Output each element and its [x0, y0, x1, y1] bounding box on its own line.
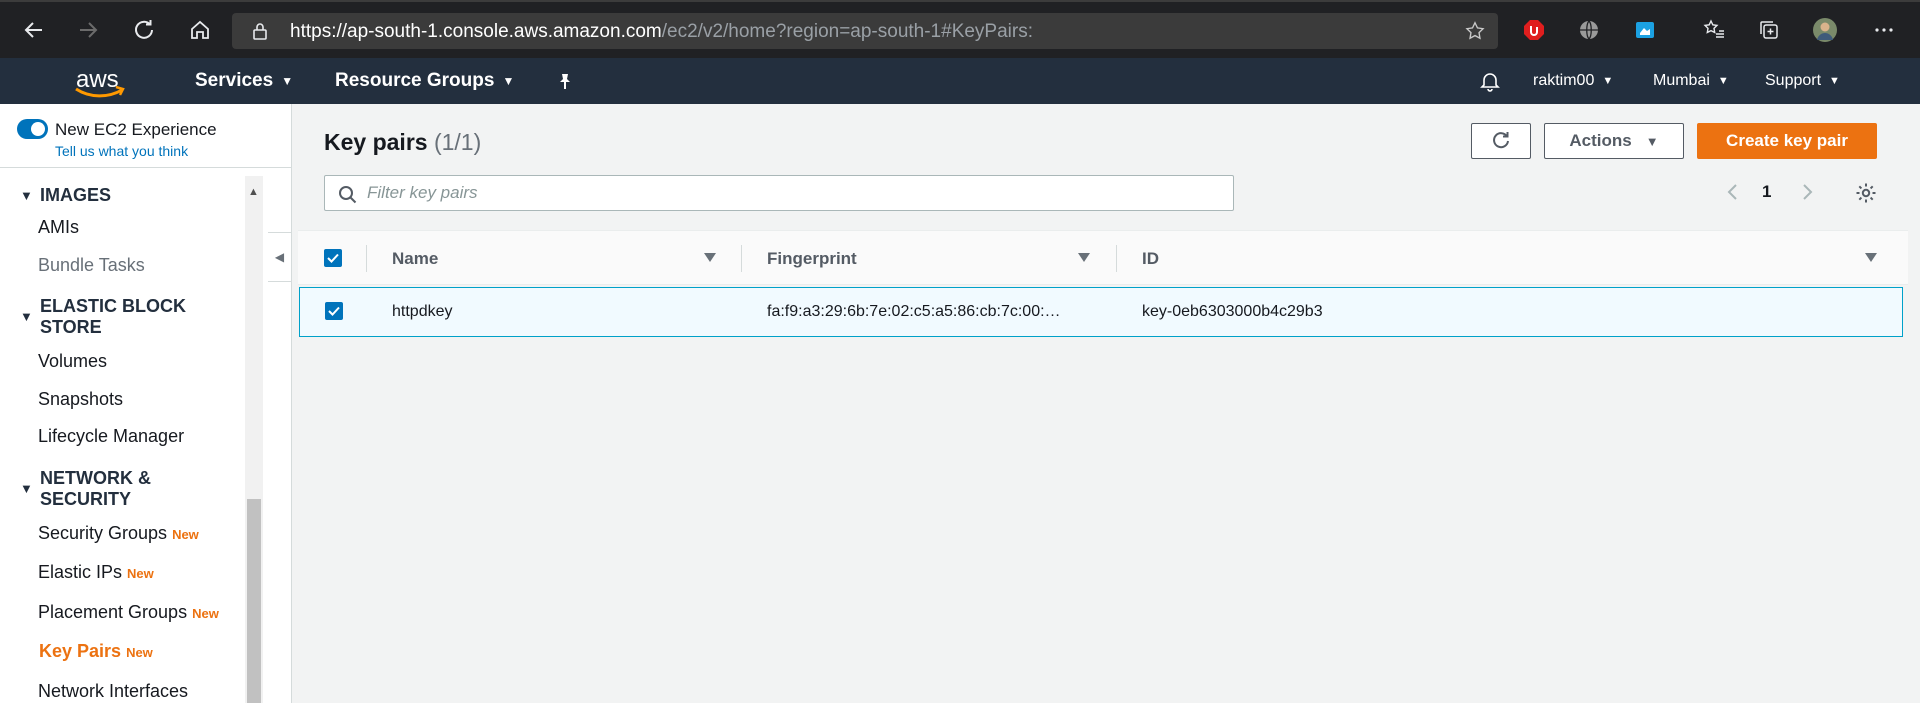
caret-down-icon: ▼	[1645, 133, 1659, 149]
previous-page-icon[interactable]	[1726, 182, 1740, 207]
select-all-checkbox[interactable]	[324, 249, 342, 267]
new-badge: New	[192, 606, 219, 621]
support-menu[interactable]: Support ▼	[1765, 58, 1840, 104]
table-row[interactable]: httpdkey fa:f9:a3:29:6b:7e:02:c5:a5:86:c…	[299, 287, 1903, 337]
sort-icon[interactable]	[1865, 253, 1877, 262]
create-key-pair-button[interactable]: Create key pair	[1697, 123, 1877, 159]
aws-logo[interactable]: aws	[72, 66, 128, 98]
refresh-icon	[1493, 132, 1509, 149]
collapse-triangle-icon: ▼	[20, 309, 33, 324]
refresh-button[interactable]	[1471, 123, 1531, 159]
cell-fingerprint: fa:f9:a3:29:6b:7e:02:c5:a5:86:cb:7c:00:…	[767, 303, 1061, 320]
feedback-link[interactable]: Tell us what you think	[55, 143, 188, 159]
more-menu-icon[interactable]	[1872, 18, 1896, 42]
collapse-sidebar-button[interactable]: ◀	[268, 232, 292, 282]
filter-text-field[interactable]	[367, 181, 1217, 205]
cell-id: key-0eb6303000b4c29b3	[1142, 303, 1323, 320]
favorites-icon[interactable]	[1702, 18, 1726, 42]
next-page-icon[interactable]	[1800, 182, 1814, 207]
aws-smile-icon	[75, 86, 125, 98]
column-header-name[interactable]: Name	[392, 231, 438, 286]
sidebar: New EC2 Experience Tell us what you thin…	[0, 104, 292, 703]
address-bar[interactable]: https://ap-south-1.console.aws.amazon.co…	[232, 13, 1498, 49]
checkmark-icon	[328, 306, 340, 316]
sort-icon[interactable]	[1078, 253, 1090, 262]
screenshot-extension-icon[interactable]	[1633, 18, 1657, 42]
sidebar-item-lifecycle-manager[interactable]: Lifecycle Manager	[38, 426, 184, 447]
bookmark-star-icon[interactable]	[1464, 20, 1486, 42]
browser-toolbar: https://ap-south-1.console.aws.amazon.co…	[0, 0, 1920, 58]
page-title: Key pairs (1/1)	[324, 129, 482, 155]
checkmark-icon	[327, 253, 339, 263]
home-icon[interactable]	[182, 12, 218, 48]
pin-icon[interactable]	[556, 58, 574, 104]
sidebar-item-bundle-tasks[interactable]: Bundle Tasks	[38, 255, 145, 276]
sidebar-item-network-interfaces[interactable]: Network Interfaces	[38, 681, 188, 702]
sidebar-item-snapshots[interactable]: Snapshots	[38, 389, 123, 410]
chevron-left-icon: ◀	[274, 250, 285, 264]
new-badge: New	[127, 566, 154, 581]
back-icon[interactable]	[16, 12, 52, 48]
services-menu[interactable]: Services ▼	[195, 58, 293, 104]
filter-key-pairs-input[interactable]	[324, 175, 1234, 211]
column-divider	[741, 245, 742, 272]
aws-top-nav: aws Services ▼ Resource Groups ▼ raktim00 ▼…	[0, 58, 1920, 104]
section-network-security[interactable]: ▼ NETWORK & SECURITY	[20, 468, 220, 510]
notifications-bell-icon[interactable]	[1479, 58, 1501, 104]
row-checkbox[interactable]	[325, 302, 343, 320]
column-divider	[1116, 245, 1117, 272]
sidebar-scroll-thumb[interactable]	[247, 499, 261, 703]
chevron-down-icon: ▼	[281, 74, 294, 88]
current-page-number[interactable]: 1	[1762, 182, 1771, 202]
forward-icon[interactable]	[70, 12, 106, 48]
sidebar-item-amis[interactable]: AMIs	[38, 217, 79, 238]
sidebar-item-key-pairs[interactable]: Key Pairs New	[39, 641, 153, 662]
cell-name: httpdkey	[392, 303, 453, 320]
chevron-down-icon: ▼	[1717, 75, 1729, 87]
profile-avatar[interactable]	[1813, 18, 1837, 42]
column-header-fingerprint[interactable]: Fingerprint	[767, 231, 857, 286]
chevron-down-icon: ▼	[1829, 75, 1840, 87]
sidebar-item-elastic-ips[interactable]: Elastic IPs New	[38, 562, 154, 583]
column-header-id[interactable]: ID	[1142, 231, 1159, 286]
table-header: Name Fingerprint ID	[298, 230, 1908, 285]
main-content: Key pairs (1/1) Actions ▼ Create key pai…	[298, 104, 1920, 703]
globe-extension-icon[interactable]	[1577, 18, 1601, 42]
key-pairs-table: Name Fingerprint ID httpdkey fa:f9:a3:29…	[298, 230, 1908, 703]
sort-icon[interactable]	[704, 253, 716, 262]
selection-count: (1/1)	[433, 129, 482, 155]
collapse-triangle-icon: ▼	[20, 481, 33, 496]
refresh-icon[interactable]	[126, 12, 162, 48]
chevron-down-icon: ▼	[502, 74, 515, 88]
sidebar-item-placement-groups[interactable]: Placement Groups New	[38, 602, 219, 623]
chevron-down-icon: ▼	[1602, 75, 1614, 87]
sidebar-item-volumes[interactable]: Volumes	[38, 351, 107, 372]
new-experience-label: New EC2 Experience	[55, 120, 217, 139]
user-menu[interactable]: raktim00 ▼	[1533, 58, 1613, 104]
region-menu[interactable]: Mumbai ▼	[1653, 58, 1729, 104]
scroll-up-icon[interactable]: ▲	[248, 186, 259, 198]
collapse-triangle-icon: ▼	[20, 188, 33, 203]
new-badge: New	[172, 527, 199, 542]
actions-button[interactable]: Actions ▼	[1544, 123, 1684, 159]
adblock-extension-icon[interactable]	[1522, 18, 1546, 42]
sidebar-divider	[0, 167, 292, 168]
section-elastic-block-store[interactable]: ▼ ELASTIC BLOCK STORE	[20, 296, 220, 338]
lock-icon	[253, 23, 267, 40]
resource-groups-menu[interactable]: Resource Groups ▼	[335, 58, 514, 104]
settings-gear-icon[interactable]	[1855, 182, 1877, 209]
new-experience-toggle[interactable]	[17, 119, 48, 139]
collections-icon[interactable]	[1757, 18, 1781, 42]
section-images[interactable]: ▼ IMAGES	[20, 185, 220, 206]
search-icon	[339, 186, 357, 204]
url-text: https://ap-south-1.console.aws.amazon.co…	[290, 21, 1034, 42]
column-divider	[366, 245, 367, 272]
sidebar-item-security-groups[interactable]: Security Groups New	[38, 523, 199, 544]
new-badge: New	[126, 645, 153, 660]
